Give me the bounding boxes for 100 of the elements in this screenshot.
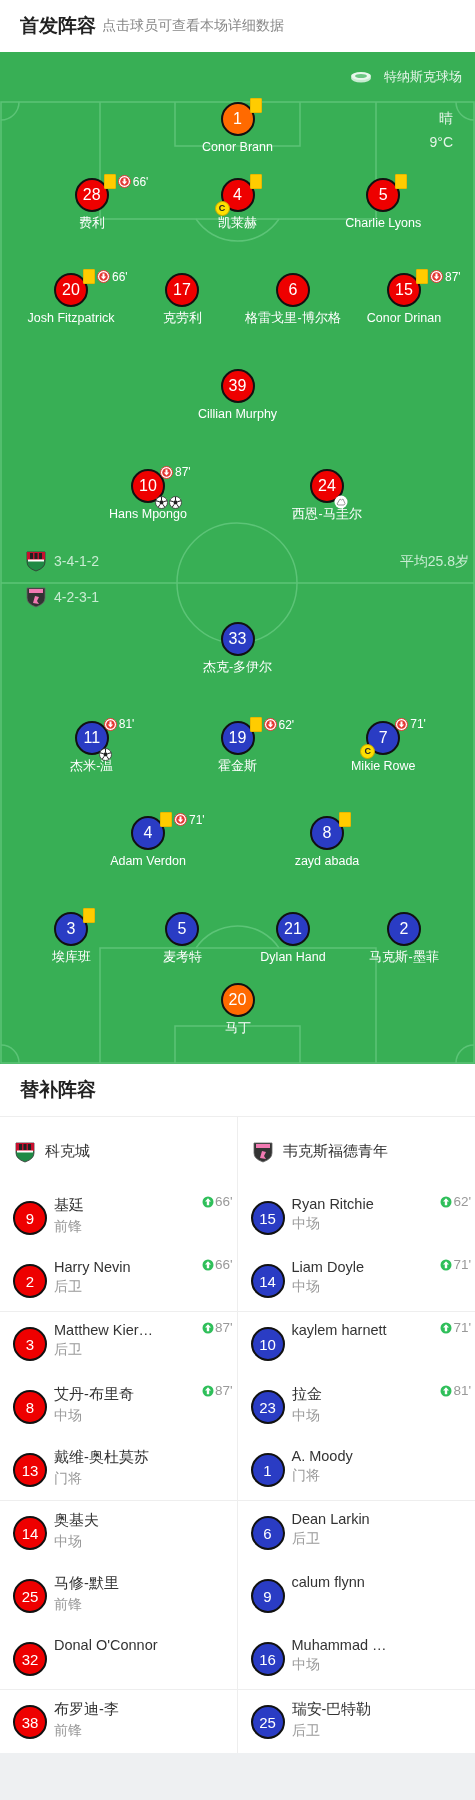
player-name: Harry Nevin [54, 1259, 131, 1275]
substitute-row[interactable]: 32 Donal O'Connor [0, 1627, 237, 1690]
substitute-row[interactable]: 25 马修-默里 前锋 [0, 1564, 237, 1627]
substitution-in-icon [201, 1258, 214, 1271]
substitution-in-icon [440, 1384, 453, 1397]
player-name[interactable]: 杰克-多伊尔 [202, 659, 273, 675]
player-name: 瑞安-巴特勒 [291, 1700, 372, 1719]
player-number-badge: 32 [13, 1642, 47, 1676]
player-name[interactable]: Mikie Rowe [350, 758, 416, 774]
player-number-badge[interactable]: 20 [54, 273, 88, 307]
substitute-row[interactable]: 2 Harry Nevin 后卫 66' [0, 1249, 237, 1312]
football-icon [155, 496, 168, 509]
substitute-row[interactable]: 15 Ryan Ritchie 中场 62' [237, 1186, 475, 1249]
player-name: calum flynn [291, 1574, 365, 1590]
football-icon [98, 748, 112, 761]
player-name[interactable]: Hans Mpongo [109, 506, 187, 522]
player-number-badge[interactable]: 28 [74, 178, 109, 212]
player-name[interactable]: 克劳利 [162, 310, 202, 326]
player-name: Liam Doyle [291, 1259, 365, 1275]
stadium-name: 特纳斯克球场 [384, 68, 462, 86]
player-position: 后卫 [54, 1341, 83, 1359]
section-title: 替补阵容 [0, 1064, 475, 1117]
stadium-icon [350, 71, 372, 83]
player-number-badge[interactable]: 5 [165, 912, 199, 946]
substitute-row[interactable]: 16 Muhammad … 中场 [237, 1627, 475, 1690]
player-number-badge[interactable]: 5 [366, 178, 401, 212]
player-name: 戴维-奥杜莫苏 [54, 1448, 149, 1467]
substitute-row[interactable]: 25 瑞安-巴特勒 后卫 [237, 1690, 475, 1753]
player-number-badge: 9 [13, 1201, 47, 1235]
team-crest-icon [15, 1140, 35, 1163]
player-number-badge[interactable]: 10 [131, 469, 165, 503]
substitute-row[interactable]: 10 kaylem harnett 71' [237, 1312, 475, 1375]
substitute-row[interactable]: 6 Dean Larkin 后卫 [237, 1501, 475, 1564]
player-number-badge[interactable]: 1 [220, 102, 255, 136]
substitution-out-icon [263, 718, 277, 731]
player-position: 前锋 [54, 1596, 83, 1614]
player-name[interactable]: 费利 [78, 215, 105, 231]
player-number-badge: 9 [250, 1579, 285, 1613]
player-name[interactable]: Adam Verdon [110, 853, 186, 869]
substitute-row[interactable]: 8 艾丹-布里奇 中场 87' [0, 1375, 237, 1438]
player-position: 后卫 [291, 1530, 321, 1548]
player-number-badge[interactable]: 11 [74, 721, 109, 755]
player-name[interactable]: 霍金斯 [218, 758, 257, 774]
player-number-badge[interactable]: 39 [220, 369, 255, 403]
player-name: 艾丹-布里奇 [54, 1385, 134, 1404]
player-number-badge: 3 [13, 1327, 47, 1361]
player-name[interactable]: Conor Drinan [366, 310, 442, 326]
player-name[interactable]: 麦考特 [162, 949, 202, 965]
substitution-minute: 71' [189, 812, 205, 827]
player-position: 中场 [291, 1656, 321, 1674]
player-number-badge[interactable]: 21 [276, 912, 310, 946]
substitute-row[interactable]: 9 calum flynn [237, 1564, 475, 1627]
player-name[interactable]: 马克斯-墨菲 [369, 949, 439, 965]
substitution-out-icon [103, 717, 117, 731]
player-number-badge[interactable]: 6 [276, 273, 310, 307]
player-name: Donal O'Connor [54, 1637, 158, 1653]
player-name[interactable]: 埃库班 [51, 949, 91, 965]
player-number-badge[interactable]: 4 [131, 816, 165, 850]
player-name: A. Moody [291, 1448, 353, 1464]
player-position: 门将 [291, 1467, 321, 1485]
player-name[interactable]: Dylan Hand [260, 949, 326, 965]
player-number-badge[interactable]: 15 [387, 273, 421, 307]
corner-arc [0, 101, 20, 121]
player-position: 前锋 [54, 1722, 83, 1740]
corner-arc [455, 101, 475, 121]
player-name[interactable]: 马丁 [224, 1020, 251, 1036]
substitute-row[interactable]: 14 Liam Doyle 中场 71' [237, 1249, 475, 1312]
substitute-row[interactable]: 38 布罗迪-李 前锋 [0, 1690, 237, 1753]
substitution-out-icon [174, 813, 187, 826]
player-name[interactable]: 西恩-马圭尔 [292, 506, 362, 522]
player-number-badge[interactable]: 19 [220, 721, 255, 755]
formation-text: 3-4-1-2 [54, 553, 100, 569]
player-name[interactable]: Conor Brann [202, 139, 273, 155]
player-number-badge[interactable]: 20 [220, 983, 255, 1017]
player-position: 前锋 [54, 1218, 83, 1236]
player-name[interactable]: 格雷戈里-博尔格 [245, 310, 341, 326]
player-number-badge[interactable]: 8 [310, 816, 344, 850]
substitute-row[interactable]: 9 基廷 前锋 66' [0, 1186, 237, 1249]
substitute-row[interactable]: 1 A. Moody 门将 [237, 1438, 475, 1501]
substitute-row[interactable]: 14 奥基夫 中场 [0, 1501, 237, 1564]
substitute-row[interactable]: 3 Matthew Kier… 后卫 87' [0, 1312, 237, 1375]
player-number-badge[interactable]: 3 [54, 912, 88, 946]
substitute-row[interactable]: 13 戴维-奥杜莫苏 门将 [0, 1438, 237, 1501]
player-number-badge[interactable]: 33 [220, 622, 255, 656]
player-name[interactable]: Cillian Murphy [197, 406, 278, 422]
football-icon [169, 496, 182, 509]
player-number-badge[interactable]: 2 [387, 912, 421, 946]
player-name[interactable]: 凯莱赫 [218, 215, 257, 231]
player-name[interactable]: Charlie Lyons [345, 215, 422, 231]
player-name[interactable]: 杰米-温 [70, 758, 114, 774]
player-number-badge[interactable]: 24 [310, 469, 344, 503]
player-name[interactable]: zayd abada [294, 853, 360, 869]
player-number-badge[interactable]: 17 [165, 273, 199, 307]
substitution-in-icon [201, 1384, 214, 1397]
team-crest-icon [26, 550, 46, 572]
player-name[interactable]: Josh Fitzpatrick [27, 310, 115, 326]
substitution-minute: 66' [112, 269, 128, 284]
substitution-minute: 87' [214, 1320, 233, 1335]
substitute-row[interactable]: 23 拉金 中场 81' [237, 1375, 475, 1438]
substitution-minute: 81' [453, 1383, 471, 1398]
